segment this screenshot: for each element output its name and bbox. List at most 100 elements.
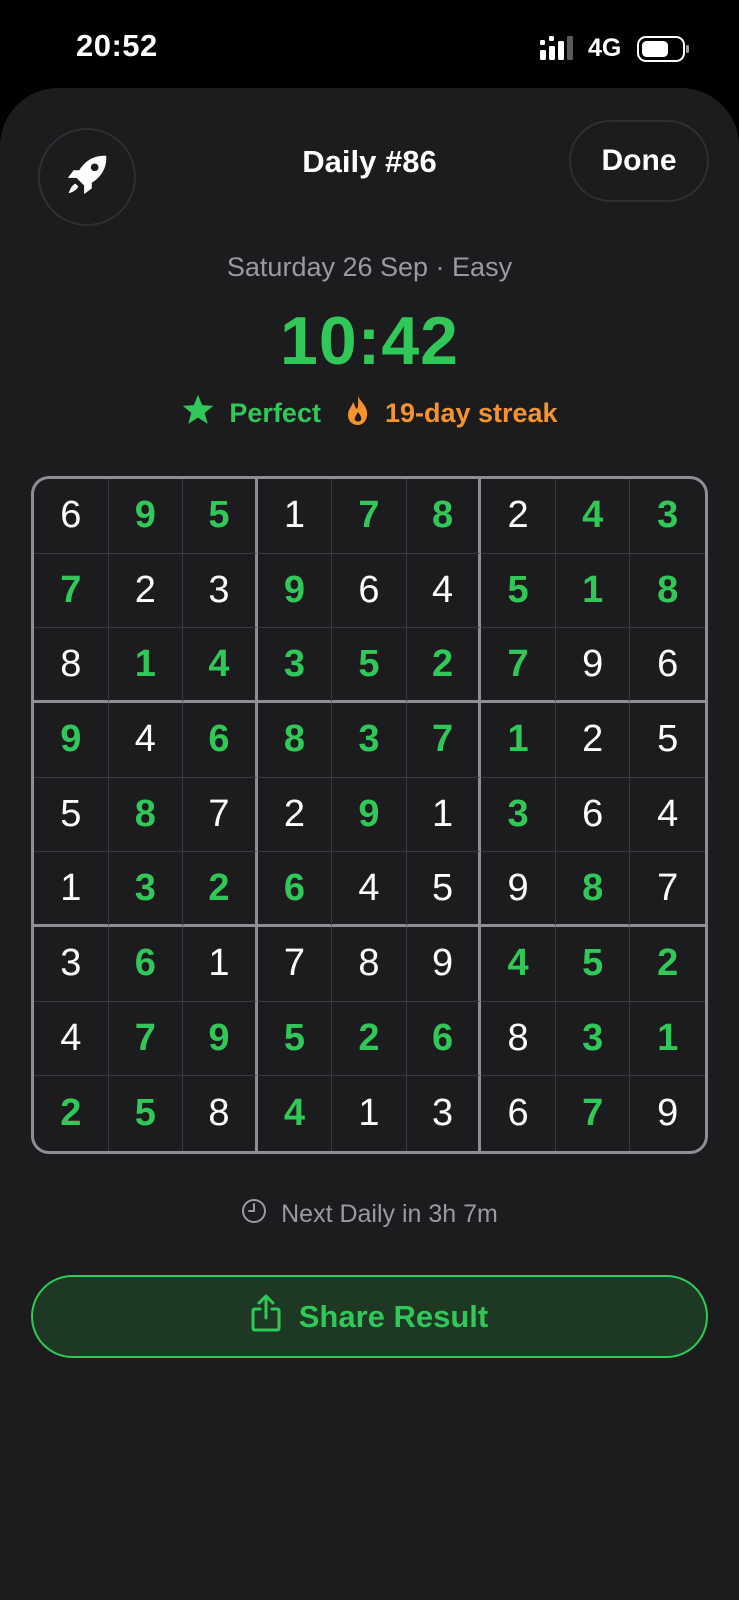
- sudoku-cell[interactable]: 8: [481, 1001, 556, 1077]
- star-icon: [181, 394, 215, 433]
- sudoku-cell[interactable]: 9: [555, 628, 631, 703]
- sudoku-cell[interactable]: 5: [257, 1001, 333, 1077]
- sudoku-cell[interactable]: 8: [332, 926, 407, 1002]
- completion-time: 10:42: [280, 303, 459, 379]
- sudoku-cell[interactable]: 7: [183, 777, 258, 853]
- status-bar: 20:52 4G: [0, 0, 739, 90]
- sudoku-cell[interactable]: 3: [257, 628, 333, 703]
- sudoku-cell[interactable]: 9: [630, 1076, 705, 1151]
- sudoku-cell[interactable]: 8: [183, 1076, 258, 1151]
- sudoku-cell[interactable]: 1: [630, 1002, 705, 1077]
- sudoku-cell[interactable]: 5: [406, 852, 482, 927]
- sudoku-cell[interactable]: 5: [481, 553, 556, 629]
- sudoku-cell[interactable]: 2: [406, 628, 482, 703]
- sudoku-cell[interactable]: 6: [555, 777, 631, 853]
- battery-icon: [637, 36, 691, 67]
- sudoku-cell[interactable]: 8: [34, 628, 109, 703]
- network-label: 4G: [588, 34, 622, 62]
- sudoku-cell[interactable]: 6: [481, 1076, 556, 1151]
- sudoku-cell[interactable]: 3: [108, 852, 184, 927]
- flame-icon: [345, 394, 371, 433]
- sudoku-cell[interactable]: 8: [108, 777, 184, 853]
- sudoku-cell[interactable]: 8: [555, 852, 631, 927]
- sudoku-cell[interactable]: 9: [481, 852, 556, 927]
- share-result-button[interactable]: Share Result: [31, 1275, 708, 1358]
- sudoku-cell[interactable]: 3: [630, 479, 705, 554]
- sudoku-cell[interactable]: 1: [34, 852, 109, 927]
- sudoku-cell[interactable]: 6: [257, 852, 333, 927]
- sudoku-cell[interactable]: 2: [257, 777, 333, 853]
- perfect-badge: Perfect: [181, 394, 321, 433]
- sudoku-cell[interactable]: 2: [108, 553, 184, 629]
- sudoku-cell[interactable]: 1: [108, 628, 184, 703]
- sudoku-cell[interactable]: 4: [34, 1001, 109, 1077]
- sudoku-cell[interactable]: 4: [555, 479, 631, 554]
- sudoku-cell[interactable]: 6: [630, 628, 705, 703]
- sudoku-cell[interactable]: 5: [555, 926, 631, 1002]
- sudoku-cell[interactable]: 4: [183, 628, 258, 703]
- sudoku-cell[interactable]: 4: [406, 553, 482, 629]
- sudoku-cell[interactable]: 5: [183, 479, 258, 554]
- sudoku-cell[interactable]: 5: [109, 1076, 184, 1151]
- sudoku-cell[interactable]: 1: [406, 777, 482, 853]
- sudoku-cell[interactable]: 6: [183, 702, 258, 778]
- sudoku-cell[interactable]: 7: [34, 553, 109, 629]
- puzzle-subtitle: Saturday 26 Sep · Easy: [226, 252, 513, 282]
- perfect-label: Perfect: [229, 398, 321, 428]
- sudoku-cell[interactable]: 9: [34, 702, 109, 778]
- sudoku-cell[interactable]: 7: [108, 1001, 184, 1077]
- sudoku-cell[interactable]: 1: [257, 479, 333, 554]
- sudoku-cell[interactable]: 7: [257, 926, 333, 1002]
- sudoku-cell[interactable]: 9: [108, 479, 184, 554]
- sudoku-cell[interactable]: 4: [332, 852, 407, 927]
- sudoku-cell[interactable]: 7: [630, 852, 705, 927]
- share-icon: [251, 1294, 281, 1340]
- sudoku-cell[interactable]: 6: [406, 1001, 482, 1077]
- sudoku-cell[interactable]: 4: [258, 1076, 333, 1151]
- sudoku-cell[interactable]: 8: [406, 479, 482, 554]
- sudoku-cell[interactable]: 3: [332, 702, 407, 778]
- sudoku-cell[interactable]: 8: [257, 702, 333, 778]
- result-badges: Perfect 19-day streak: [0, 394, 739, 433]
- sudoku-cell[interactable]: 4: [481, 926, 556, 1002]
- done-button[interactable]: Done: [569, 120, 709, 202]
- sudoku-cell[interactable]: 2: [630, 927, 705, 1002]
- sudoku-cell[interactable]: 3: [407, 1076, 482, 1151]
- sudoku-cell[interactable]: 1: [555, 553, 631, 629]
- sudoku-cell[interactable]: 6: [332, 553, 407, 629]
- share-result-label: Share Result: [298, 1298, 489, 1334]
- sudoku-cell[interactable]: 1: [183, 926, 258, 1002]
- streak-label: 19-day streak: [384, 398, 558, 428]
- sudoku-cell[interactable]: 2: [34, 1076, 109, 1151]
- streak-badge: 19-day streak: [345, 394, 558, 433]
- sudoku-cell[interactable]: 9: [406, 926, 482, 1002]
- sudoku-cell[interactable]: 4: [108, 702, 184, 778]
- sudoku-cell[interactable]: 5: [34, 777, 109, 853]
- sudoku-cell[interactable]: 4: [630, 778, 705, 853]
- sudoku-cell[interactable]: 2: [183, 852, 258, 927]
- sudoku-cell[interactable]: 2: [555, 702, 631, 778]
- sudoku-cell[interactable]: 7: [332, 479, 407, 554]
- sudoku-cell[interactable]: 6: [34, 479, 109, 554]
- sudoku-cell[interactable]: 1: [332, 1076, 407, 1151]
- sudoku-cell[interactable]: 3: [555, 1001, 631, 1077]
- sudoku-cell[interactable]: 5: [630, 703, 705, 778]
- sudoku-cell[interactable]: 3: [34, 926, 109, 1002]
- sudoku-cell[interactable]: 9: [257, 553, 333, 629]
- sudoku-cell[interactable]: 9: [332, 777, 407, 853]
- sudoku-cell[interactable]: 5: [332, 628, 407, 703]
- signal-icon: [540, 36, 580, 65]
- sudoku-cell[interactable]: 2: [332, 1001, 407, 1077]
- sudoku-cell[interactable]: 1: [481, 702, 556, 778]
- sudoku-cell[interactable]: 7: [556, 1076, 631, 1151]
- sudoku-cell[interactable]: 9: [183, 1001, 258, 1077]
- next-daily-label: Next Daily in 3h 7m: [281, 1200, 498, 1228]
- sudoku-cell[interactable]: 2: [481, 479, 556, 554]
- sudoku-cell[interactable]: 3: [481, 777, 556, 853]
- sudoku-cell[interactable]: 7: [481, 628, 556, 703]
- sudoku-cell[interactable]: 3: [183, 553, 258, 629]
- sudoku-cell[interactable]: 7: [406, 702, 482, 778]
- clock-icon: [241, 1198, 267, 1231]
- sudoku-cell[interactable]: 8: [630, 554, 705, 629]
- sudoku-cell[interactable]: 6: [108, 926, 184, 1002]
